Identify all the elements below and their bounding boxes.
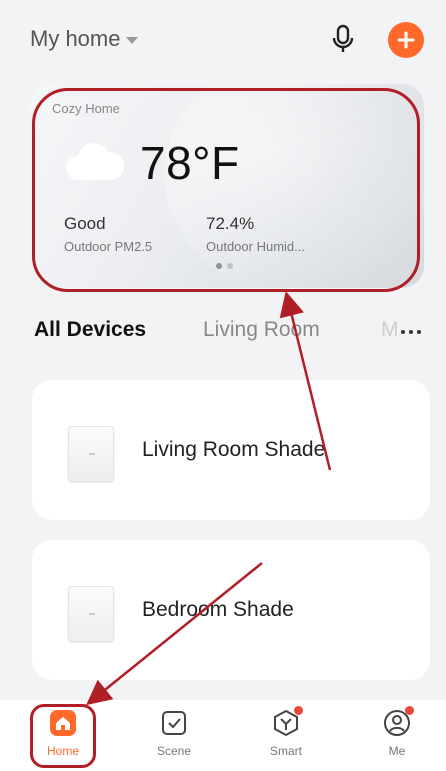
nav-label: Me: [388, 744, 406, 758]
nav-label: Scene: [156, 744, 192, 758]
tab-all-devices[interactable]: All Devices: [34, 318, 146, 342]
pm25-value: Good: [64, 214, 106, 233]
page-dot: [227, 263, 233, 269]
more-dots-icon[interactable]: [396, 320, 426, 344]
user-icon: [382, 706, 414, 738]
card-home-label: Cozy Home: [52, 101, 120, 116]
cloud-icon: [66, 143, 125, 180]
nav-home[interactable]: Home: [33, 708, 93, 768]
smart-icon: [271, 706, 303, 738]
device-name: Bedroom Shade: [142, 598, 294, 621]
home-title: My home: [30, 26, 121, 51]
plus-icon: [397, 31, 415, 49]
bottom-nav: Home Scene Smart Me: [0, 700, 446, 771]
shade-icon: [68, 426, 114, 482]
tab-living-room[interactable]: Living Room: [203, 318, 320, 342]
device-card-bedroom-shade[interactable]: Bedroom Shade: [32, 540, 430, 680]
device-name: Living Room Shade: [142, 438, 326, 461]
room-tabs: All Devices Living Room M: [0, 312, 446, 352]
home-selector[interactable]: My home: [30, 26, 139, 52]
page-indicator: [216, 263, 233, 269]
shade-icon: [68, 586, 114, 642]
checkbox-icon: [159, 708, 189, 738]
page-dot: [216, 263, 222, 269]
pm25-label: Outdoor PM2.5: [64, 239, 153, 254]
nav-label: Smart: [269, 744, 302, 758]
temperature-value: 78°F: [140, 137, 240, 189]
badge-dot: [405, 706, 414, 715]
nav-scene[interactable]: Scene: [144, 708, 204, 768]
header: My home: [0, 0, 446, 80]
nav-me[interactable]: Me: [367, 706, 427, 768]
weather-card[interactable]: Cozy Home 78°F Good Outdoor PM2.5 72.4% …: [30, 84, 424, 288]
nav-smart[interactable]: Smart: [256, 706, 316, 768]
home-icon: [48, 708, 78, 738]
badge-dot: [294, 706, 303, 715]
microphone-button[interactable]: [326, 22, 360, 56]
device-card-living-room-shade[interactable]: Living Room Shade: [32, 380, 430, 520]
caret-down-icon: [126, 37, 139, 44]
microphone-icon: [332, 24, 354, 52]
add-button[interactable]: [388, 22, 424, 58]
humidity-label: Outdoor Humid...: [206, 239, 305, 254]
humidity-value: 72.4%: [206, 214, 255, 233]
nav-label: Home: [46, 744, 79, 758]
